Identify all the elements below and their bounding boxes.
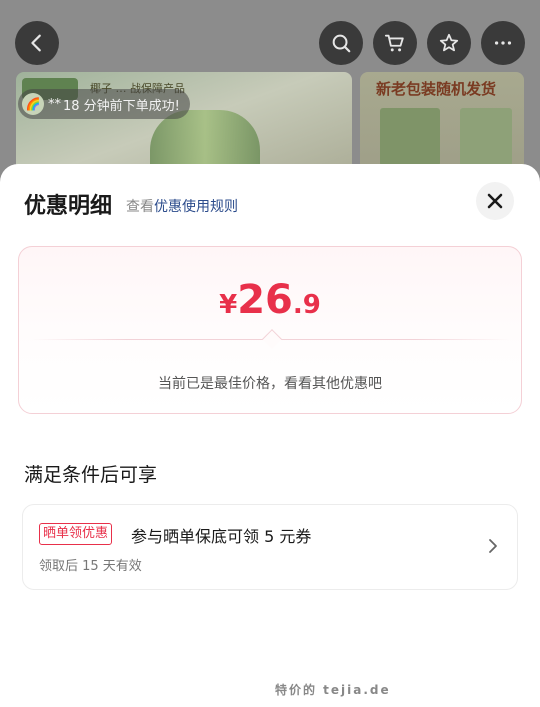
rules-link-group: 查看优惠使用规则 xyxy=(126,196,238,216)
final-price: ¥26.9 xyxy=(19,277,521,323)
rules-link[interactable]: 优惠使用规则 xyxy=(154,199,238,215)
back-button[interactable] xyxy=(15,21,59,65)
avatar: 🌈 xyxy=(22,93,44,115)
cart-button[interactable] xyxy=(373,21,417,65)
price-integer: 26 xyxy=(237,277,293,323)
coupon-subtitle: 领取后 15 天有效 xyxy=(39,559,142,574)
close-icon xyxy=(487,193,503,209)
discount-detail-sheet: 优惠明细 查看优惠使用规则 ¥26.9 当前已是最佳价格，看看其他优惠吧 满足条… xyxy=(0,164,540,707)
coupon-title: 参与晒单保底可领 5 元券 xyxy=(131,527,312,546)
toast-message: 18 分钟前下单成功! xyxy=(63,98,180,114)
favorite-button[interactable] xyxy=(427,21,471,65)
coupon-badge: 晒单领优惠 xyxy=(39,523,113,545)
close-button[interactable] xyxy=(476,182,514,220)
search-icon xyxy=(332,34,351,53)
order-toast: 🌈 ** 18 分钟前下单成功! xyxy=(18,89,190,119)
package-box-image xyxy=(380,108,440,166)
best-price-note: 当前已是最佳价格，看看其他优惠吧 xyxy=(158,376,382,392)
coupon-card[interactable]: 晒单领优惠 参与晒单保底可领 5 元券 领取后 15 天有效 xyxy=(22,504,518,590)
price-decimal: .9 xyxy=(292,290,321,320)
more-icon xyxy=(494,41,512,45)
sheet-title: 优惠明细 xyxy=(24,194,113,219)
watermark: 特价的 tejia.de xyxy=(275,683,391,697)
search-button[interactable] xyxy=(319,21,363,65)
star-icon xyxy=(439,33,459,52)
price-card: ¥26.9 当前已是最佳价格，看看其他优惠吧 xyxy=(18,246,522,414)
cart-icon xyxy=(384,34,404,52)
more-button[interactable] xyxy=(481,21,525,65)
divider-notch xyxy=(262,329,282,349)
rules-link-prefix: 查看 xyxy=(126,199,154,215)
conditional-section-title: 满足条件后可享 xyxy=(24,464,158,486)
package-box-image xyxy=(460,108,512,166)
toast-user: ** xyxy=(48,96,61,112)
back-arrow-icon xyxy=(31,34,41,52)
package-banner-title: 新老包装随机发货 xyxy=(376,80,497,98)
chevron-right-icon xyxy=(489,539,497,553)
currency-symbol: ¥ xyxy=(219,290,238,320)
